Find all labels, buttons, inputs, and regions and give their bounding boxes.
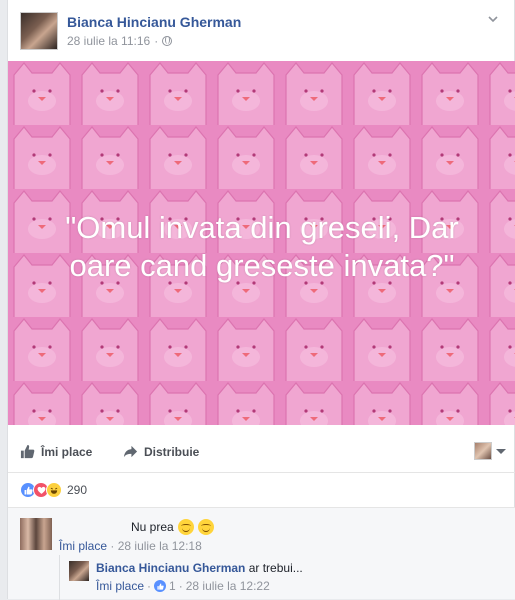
share-arrow-icon: [123, 445, 138, 458]
comment-text: Nu prea: [131, 520, 174, 534]
reply-meta: Îmi place · 1 · 28 iulie la 12:22: [96, 579, 270, 593]
reply-like-link[interactable]: Îmi place: [96, 579, 144, 593]
meta-separator: ·: [178, 579, 183, 593]
smirk-emoji-icon: [197, 519, 214, 535]
like-count-icon: [154, 580, 167, 592]
meta-separator: ·: [154, 34, 159, 48]
quote-text: "Omul invata din greseli, Dar oare cand …: [8, 209, 515, 285]
viewer-avatar: [474, 442, 492, 460]
globe-icon[interactable]: [162, 36, 173, 46]
post-header: Bianca Hincianu Gherman 28 iulie la 11:1…: [20, 10, 504, 50]
thumbs-up-icon: [20, 444, 35, 459]
like-button[interactable]: Îmi place: [20, 444, 92, 459]
reply-avatar[interactable]: [69, 561, 89, 581]
comments-section: Nu prea Îmi place · 28 iulie la 12:18 Bi…: [8, 507, 515, 600]
action-bar: Îmi place Distribuie: [8, 438, 515, 468]
reply-text: ar trebui...: [248, 561, 303, 575]
quote-line-2: oare cand greseste invata?": [69, 248, 455, 283]
smiling-emoji-icon: [177, 519, 194, 535]
like-label: Îmi place: [41, 444, 93, 459]
comment-timestamp[interactable]: 28 iulie la 12:18: [118, 539, 202, 553]
author-avatar[interactable]: [20, 12, 58, 50]
meta-separator: ·: [147, 579, 152, 593]
reaction-count: 290: [67, 483, 88, 497]
share-label: Distribuie: [144, 444, 200, 459]
post-image[interactable]: "Omul invata din greseli, Dar oare cand …: [8, 61, 515, 425]
commenter-avatar[interactable]: [20, 518, 52, 550]
post-meta: 28 iulie la 11:16 ·: [67, 34, 173, 48]
quote-line-1: "Omul invata din greseli, Dar: [65, 210, 459, 245]
post-timestamp[interactable]: 28 iulie la 11:16: [67, 34, 150, 48]
caret-down-icon: [496, 448, 506, 454]
share-button[interactable]: Distribuie: [123, 444, 199, 459]
reply-rail: [59, 555, 60, 600]
post-card: Bianca Hincianu Gherman 28 iulie la 11:1…: [7, 0, 515, 600]
reply-body: Bianca Hincianu Gherman ar trebui...: [96, 561, 303, 575]
reactions-summary[interactable]: 290: [20, 482, 87, 498]
post-as-selector[interactable]: [474, 442, 506, 460]
divider: [8, 472, 515, 473]
reply-author[interactable]: Bianca Hincianu Gherman: [96, 561, 245, 575]
comment-like-link[interactable]: Îmi place: [59, 539, 107, 553]
comment-meta: Îmi place · 28 iulie la 12:18: [59, 539, 202, 553]
reply-like-count[interactable]: 1: [169, 579, 176, 593]
meta-separator: ·: [110, 539, 115, 553]
haha-reaction-icon: [46, 482, 62, 498]
comment-body: Nu prea: [131, 519, 214, 535]
author-name[interactable]: Bianca Hincianu Gherman: [67, 14, 241, 30]
chevron-down-icon[interactable]: [486, 12, 500, 26]
reply-timestamp[interactable]: 28 iulie la 12:22: [186, 579, 270, 593]
